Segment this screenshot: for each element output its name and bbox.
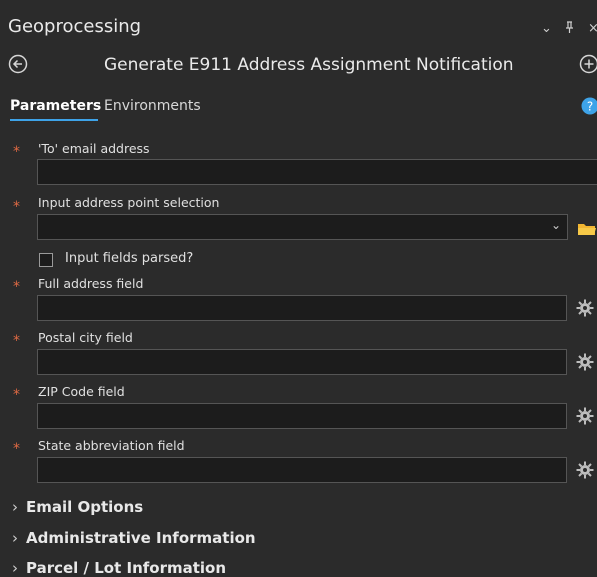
- input-fields-parsed-checkbox[interactable]: [39, 253, 53, 267]
- chevron-right-icon: ›: [12, 498, 26, 516]
- tool-header: Generate E911 Address Assignment Notific…: [0, 54, 597, 78]
- section-administrative-information[interactable]: ›Administrative Information: [12, 529, 256, 547]
- required-marker: *: [13, 146, 20, 158]
- zip-code-field-input[interactable]: [37, 403, 567, 429]
- tab-parameters[interactable]: Parameters: [10, 98, 101, 114]
- gear-icon[interactable]: [575, 298, 595, 318]
- param-label-to-email: 'To' email address: [38, 141, 150, 156]
- param-label-zip-code: ZIP Code field: [38, 384, 125, 399]
- back-arrow-icon[interactable]: [8, 54, 28, 74]
- gear-icon[interactable]: [575, 352, 595, 372]
- active-tab-indicator: [10, 119, 98, 121]
- pane-menu-button[interactable]: ⌄: [541, 21, 552, 36]
- close-button[interactable]: ×: [588, 21, 597, 36]
- param-label-address-points: Input address point selection: [38, 195, 219, 210]
- gear-icon[interactable]: [575, 460, 595, 480]
- tool-title: Generate E911 Address Assignment Notific…: [104, 55, 514, 75]
- pane-titlebar: Geoprocessing ⌄ ×: [0, 7, 597, 37]
- folder-browse-icon[interactable]: [577, 221, 597, 237]
- svg-text:?: ?: [587, 100, 593, 114]
- pane-title: Geoprocessing: [8, 16, 141, 37]
- tab-environments[interactable]: Environments: [104, 98, 201, 114]
- required-marker: *: [13, 443, 20, 455]
- add-circle-icon[interactable]: [579, 54, 597, 74]
- to-email-input[interactable]: [37, 159, 597, 185]
- param-label-state-abbreviation: State abbreviation field: [38, 438, 185, 453]
- section-parcel-lot-information[interactable]: ›Parcel / Lot Information: [12, 559, 226, 577]
- section-label: Parcel / Lot Information: [26, 559, 226, 577]
- section-label: Email Options: [26, 498, 143, 516]
- address-point-select[interactable]: ⌄: [37, 214, 568, 240]
- help-icon[interactable]: ?: [581, 97, 597, 115]
- required-marker: *: [13, 281, 20, 293]
- section-email-options[interactable]: ›Email Options: [12, 498, 143, 516]
- pin-button[interactable]: [564, 21, 575, 38]
- state-abbreviation-field-input[interactable]: [37, 457, 567, 483]
- chevron-right-icon: ›: [12, 559, 26, 577]
- postal-city-field-input[interactable]: [37, 349, 567, 375]
- section-label: Administrative Information: [26, 529, 256, 547]
- gear-icon[interactable]: [575, 406, 595, 426]
- checkbox-label: Input fields parsed?: [65, 251, 193, 266]
- required-marker: *: [13, 389, 20, 401]
- chevron-right-icon: ›: [12, 529, 26, 547]
- pin-icon: [564, 21, 575, 34]
- param-label-full-address: Full address field: [38, 276, 143, 291]
- required-marker: *: [13, 335, 20, 347]
- chevron-down-icon: ⌄: [551, 218, 561, 232]
- full-address-field-input[interactable]: [37, 295, 567, 321]
- param-label-postal-city: Postal city field: [38, 330, 133, 345]
- required-marker: *: [13, 201, 20, 213]
